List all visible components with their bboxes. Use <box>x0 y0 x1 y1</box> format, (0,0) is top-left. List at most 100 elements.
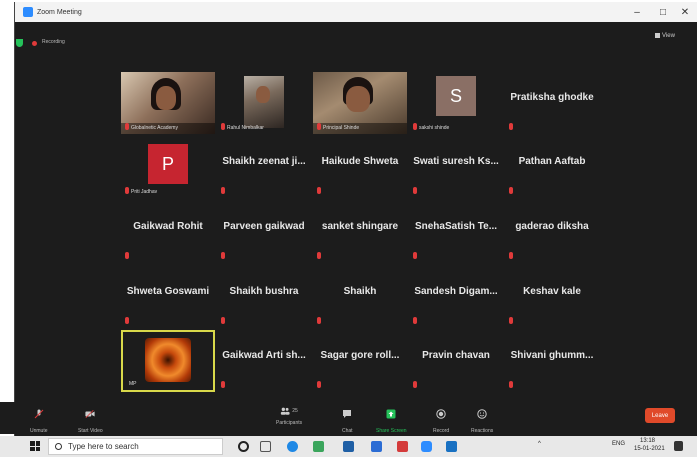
zoom-logo-icon <box>23 7 33 17</box>
reactions-smiley-icon <box>477 409 487 419</box>
app-icon[interactable] <box>313 441 324 452</box>
share-screen-button[interactable]: Share Screen <box>376 406 407 434</box>
chat-bubble-icon <box>343 410 352 418</box>
app-icon[interactable] <box>446 441 457 452</box>
participant-tile[interactable]: Shaikh bushra <box>217 266 311 328</box>
app-icon[interactable] <box>397 441 408 452</box>
participants-button[interactable]: 25 Participants <box>276 406 302 426</box>
recording-dot-icon <box>32 41 37 46</box>
participant-caption: sakshi shinde <box>419 125 450 131</box>
taskbar-search-box[interactable]: Type here to search <box>48 438 223 455</box>
store-icon[interactable] <box>343 441 354 452</box>
cortana-icon[interactable] <box>238 441 249 452</box>
muted-mic-icon <box>509 252 513 259</box>
start-video-button[interactable]: Start Video <box>78 406 103 434</box>
participant-caption: Priti Jadhav <box>131 189 158 195</box>
muted-mic-icon <box>413 187 417 194</box>
participant-tile[interactable]: Principal Shinde <box>313 72 407 134</box>
participant-tile[interactable]: Pathan Aaftab <box>505 136 599 198</box>
record-button[interactable]: Record <box>433 406 449 434</box>
participant-tile[interactable]: Pravin chavan <box>409 330 503 392</box>
participant-tile[interactable]: Keshav kale <box>505 266 599 328</box>
participant-name: Gaikwad Rohit <box>133 221 203 232</box>
muted-mic-icon <box>221 123 225 130</box>
participant-name: Gaikwad Arti sh... <box>222 350 306 361</box>
clock-time[interactable]: 13:18 <box>640 438 655 444</box>
participant-tile[interactable]: Haikude Shweta <box>313 136 407 198</box>
search-placeholder: Type here to search <box>68 442 139 451</box>
muted-mic-icon <box>221 317 225 324</box>
participant-caption: MP <box>129 381 137 387</box>
grid-view-icon <box>655 33 660 38</box>
participant-name: Shaikh <box>343 286 377 297</box>
participant-tile[interactable]: S sakshi shinde <box>409 72 503 134</box>
participant-tile[interactable]: sanket shingare <box>313 201 407 263</box>
language-indicator[interactable]: ENG <box>612 441 625 447</box>
participant-name: Pratiksha ghodke <box>510 92 594 103</box>
video-face <box>346 86 370 112</box>
participant-tile[interactable]: Shaikh <box>313 266 407 328</box>
participant-tile[interactable]: Globalnetic Academy <box>121 72 215 134</box>
chat-button[interactable]: Chat <box>342 406 353 434</box>
participant-tile[interactable]: SnehaSatish Te... <box>409 201 503 263</box>
muted-mic-icon <box>221 187 225 194</box>
participant-tile[interactable]: Sagar gore roll... <box>313 330 407 392</box>
outlook-icon[interactable] <box>371 441 382 452</box>
minimize-button[interactable]: – <box>624 2 650 22</box>
participants-count: 25 <box>292 408 298 414</box>
participant-tile[interactable]: Shaikh zeenat ji... <box>217 136 311 198</box>
notification-icon[interactable] <box>674 441 683 451</box>
participant-tile[interactable]: Pratiksha ghodke <box>505 72 599 134</box>
muted-mic-icon <box>509 381 513 388</box>
close-button[interactable]: ✕ <box>672 2 697 22</box>
zoom-taskbar-icon[interactable] <box>421 441 432 452</box>
participant-name: Shaikh bushra <box>229 286 299 297</box>
share-screen-icon <box>386 409 396 419</box>
leave-button[interactable]: Leave <box>645 408 675 423</box>
participant-tile[interactable]: Sandesh Digam... <box>409 266 503 328</box>
participant-tile[interactable]: Shweta Goswami <box>121 266 215 328</box>
participant-caption: Globalnetic Academy <box>131 125 178 131</box>
security-shield-icon[interactable] <box>16 39 23 47</box>
participant-name: Shaikh zeenat ji... <box>222 156 306 167</box>
muted-mic-icon <box>221 252 225 259</box>
participants-icon <box>281 407 290 415</box>
participant-tile[interactable]: Swati suresh Ks... <box>409 136 503 198</box>
participant-name: Haikude Shweta <box>321 156 399 167</box>
participant-tile[interactable]: Shivani ghumm... <box>505 330 599 392</box>
participant-tile[interactable]: P Priti Jadhav <box>121 136 215 198</box>
view-button[interactable]: View <box>655 33 675 39</box>
edge-browser-icon[interactable] <box>287 441 298 452</box>
muted-mic-icon <box>413 252 417 259</box>
participant-name: Keshav kale <box>523 286 581 297</box>
video-face <box>156 86 176 110</box>
flower-profile-image <box>145 338 191 382</box>
clock-date[interactable]: 15-01-2021 <box>634 446 665 452</box>
muted-mic-icon <box>413 381 417 388</box>
participant-name: Sandesh Digam... <box>414 286 498 297</box>
muted-mic-icon <box>509 187 513 194</box>
muted-mic-icon <box>413 123 417 130</box>
windows-start-icon[interactable] <box>30 441 40 451</box>
participant-name: Pravin chavan <box>422 350 490 361</box>
participant-tile-active-speaker[interactable]: MP <box>121 330 215 392</box>
muted-microphone-icon <box>34 409 44 419</box>
participant-name: Swati suresh Ks... <box>413 156 499 167</box>
participant-name: Sagar gore roll... <box>320 350 400 361</box>
participant-name: sanket shingare <box>321 221 399 232</box>
video-camera-off-icon <box>85 409 95 419</box>
task-view-icon[interactable] <box>260 441 271 452</box>
record-icon <box>436 409 446 419</box>
reactions-button[interactable]: Reactions <box>471 406 493 434</box>
participant-name: Pathan Aaftab <box>518 156 586 167</box>
title-bar: Zoom Meeting – □ ✕ <box>15 2 697 22</box>
participant-tile[interactable]: Gaikwad Rohit <box>121 201 215 263</box>
unmute-button[interactable]: Unmute <box>30 406 48 434</box>
participant-tile[interactable]: Gaikwad Arti sh... <box>217 330 311 392</box>
participant-tile[interactable]: Rahul Nimbalkar <box>217 72 311 134</box>
start-video-label: Start Video <box>78 428 103 434</box>
participant-tile[interactable]: Parveen gaikwad <box>217 201 311 263</box>
muted-mic-icon <box>317 187 321 194</box>
tray-chevron-icon[interactable]: ^ <box>538 441 541 447</box>
participant-tile[interactable]: gaderao diksha <box>505 201 599 263</box>
